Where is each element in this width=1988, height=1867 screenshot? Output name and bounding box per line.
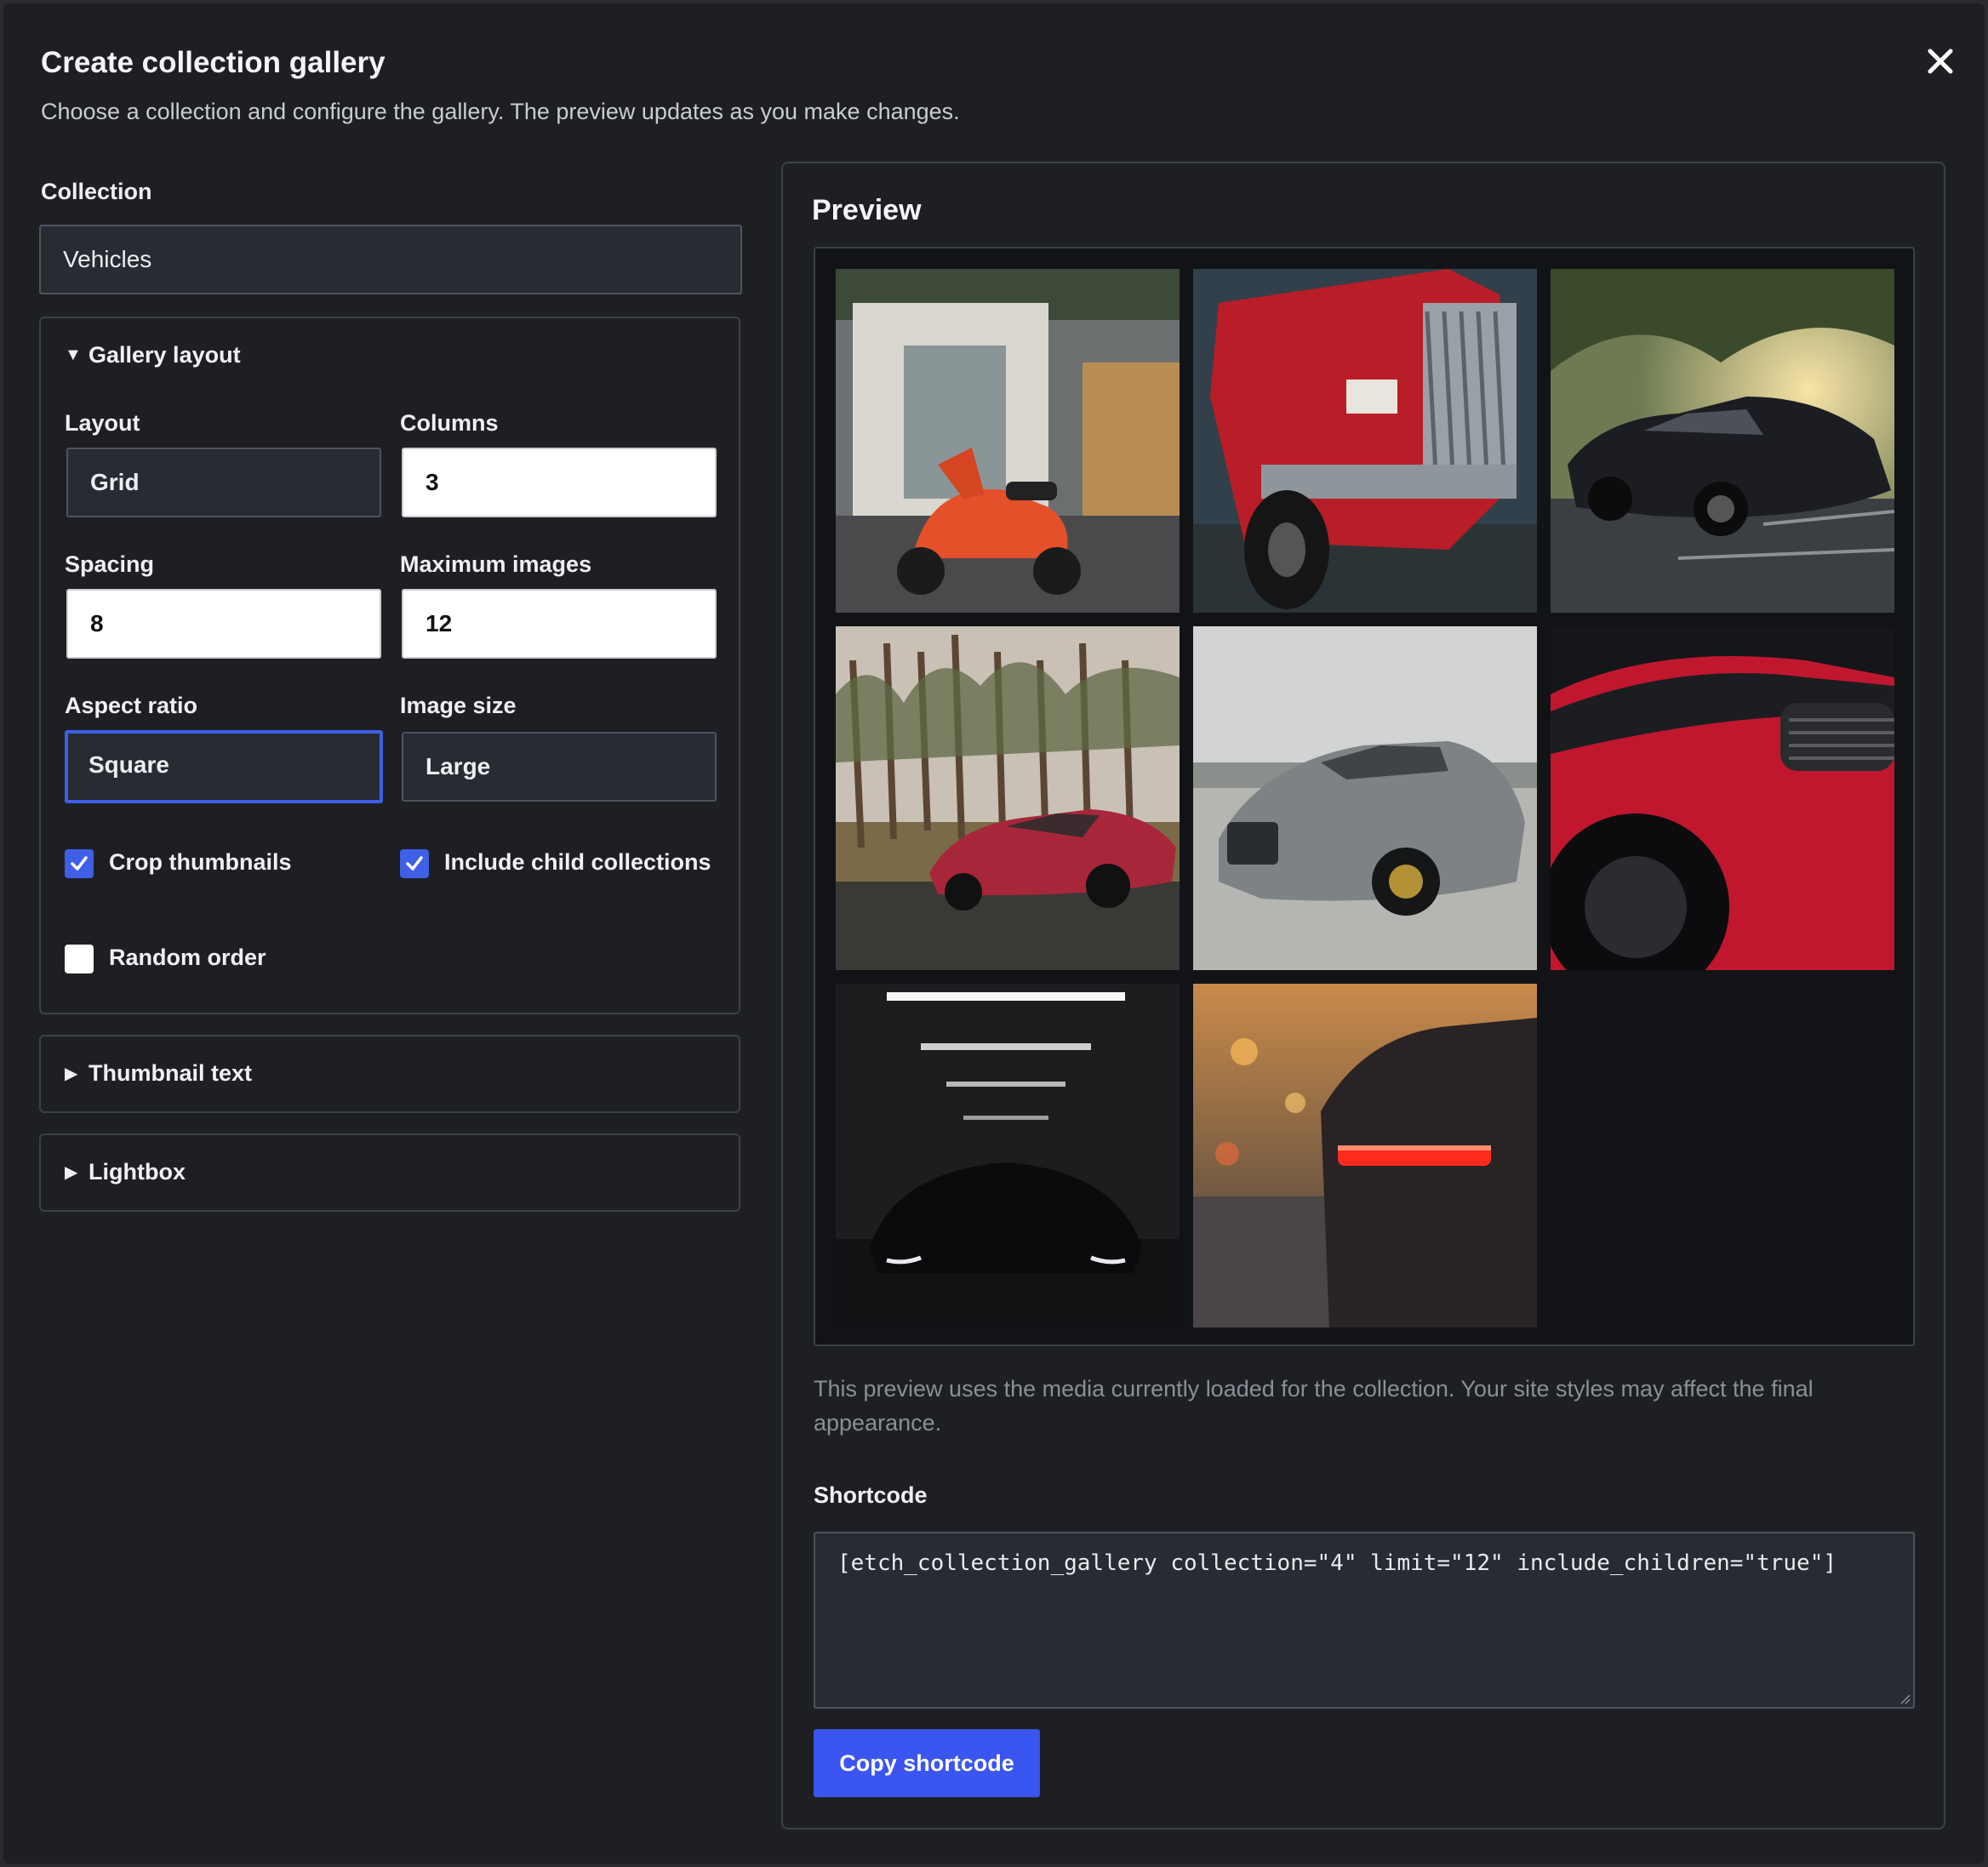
columns-label: Columns [400,410,499,436]
image-size-select[interactable]: Large [402,732,717,802]
copy-shortcode-button[interactable]: Copy shortcode [814,1729,1040,1797]
triangle-right-icon: ▶ [65,1065,78,1083]
layout-select[interactable]: Grid [66,448,381,517]
columns-input[interactable]: 3 [402,448,717,517]
crop-thumbnails-label: Crop thumbnails [109,849,292,875]
close-button[interactable] [1915,36,1966,87]
modal-description: Choose a collection and configure the ga… [41,99,960,124]
gallery-image-black-car-garage[interactable] [836,984,1180,1327]
resize-grip-icon[interactable] [1898,1692,1911,1705]
gallery-image-black-mustang[interactable] [1551,269,1894,613]
thumbnail-text-summary: Thumbnail text [89,1060,253,1086]
spacing-input[interactable]: 8 [66,589,381,659]
include-children-label: Include child collections [444,849,711,875]
thumbnail-text-toggle[interactable]: ▶ Thumbnail text [65,1060,252,1087]
lightbox-summary: Lightbox [89,1159,186,1185]
max-images-label: Maximum images [400,551,592,577]
include-children-checkbox[interactable] [400,849,429,878]
collection-select[interactable]: Vehicles [39,225,742,294]
gallery-image-red-truck[interactable] [1193,269,1537,613]
collection-label: Collection [41,179,152,204]
thumbnail-text-panel: ▶ Thumbnail text [39,1035,740,1113]
triangle-right-icon: ▶ [65,1163,78,1182]
aspect-ratio-label: Aspect ratio [65,693,198,718]
max-images-input[interactable]: 12 [402,589,717,659]
gallery-image-red-car-taillights[interactable] [1193,984,1537,1327]
gallery-layout-summary: Gallery layout [89,342,241,368]
lightbox-panel: ▶ Lightbox [39,1133,740,1212]
shortcode-label: Shortcode [814,1482,928,1508]
gallery-image-red-sports-car-forest[interactable] [836,626,1180,970]
checkmark-icon [71,856,88,871]
preview-title: Preview [812,194,922,226]
gallery-image-silver-amg-gt[interactable] [1193,626,1537,970]
shortcode-textarea[interactable]: [etch_collection_gallery collection="4" … [814,1532,1915,1709]
layout-label: Layout [65,410,140,436]
preview-note: This preview uses the media currently lo… [814,1376,1814,1436]
lightbox-toggle[interactable]: ▶ Lightbox [65,1159,186,1185]
shortcode-value: [etch_collection_gallery collection="4" … [837,1550,1837,1576]
checkmark-icon [406,856,423,871]
preview-gallery [814,247,1915,1346]
spacing-label: Spacing [65,551,155,577]
random-order-checkbox[interactable] [65,945,94,973]
random-order-label: Random order [109,945,266,970]
gallery-layout-panel: ▼ Gallery layout Layout Grid Columns 3 S… [39,317,740,1014]
crop-thumbnails-checkbox[interactable] [65,849,94,878]
aspect-ratio-select[interactable]: Square [65,730,383,803]
gallery-image-orange-scooter[interactable] [836,269,1180,613]
image-size-label: Image size [400,693,517,718]
gallery-layout-toggle[interactable]: ▼ Gallery layout [65,342,241,368]
close-icon [1928,49,1953,74]
modal-title: Create collection gallery [41,46,386,79]
triangle-down-icon: ▼ [65,345,82,364]
gallery-image-red-car-closeup[interactable] [1551,626,1894,970]
